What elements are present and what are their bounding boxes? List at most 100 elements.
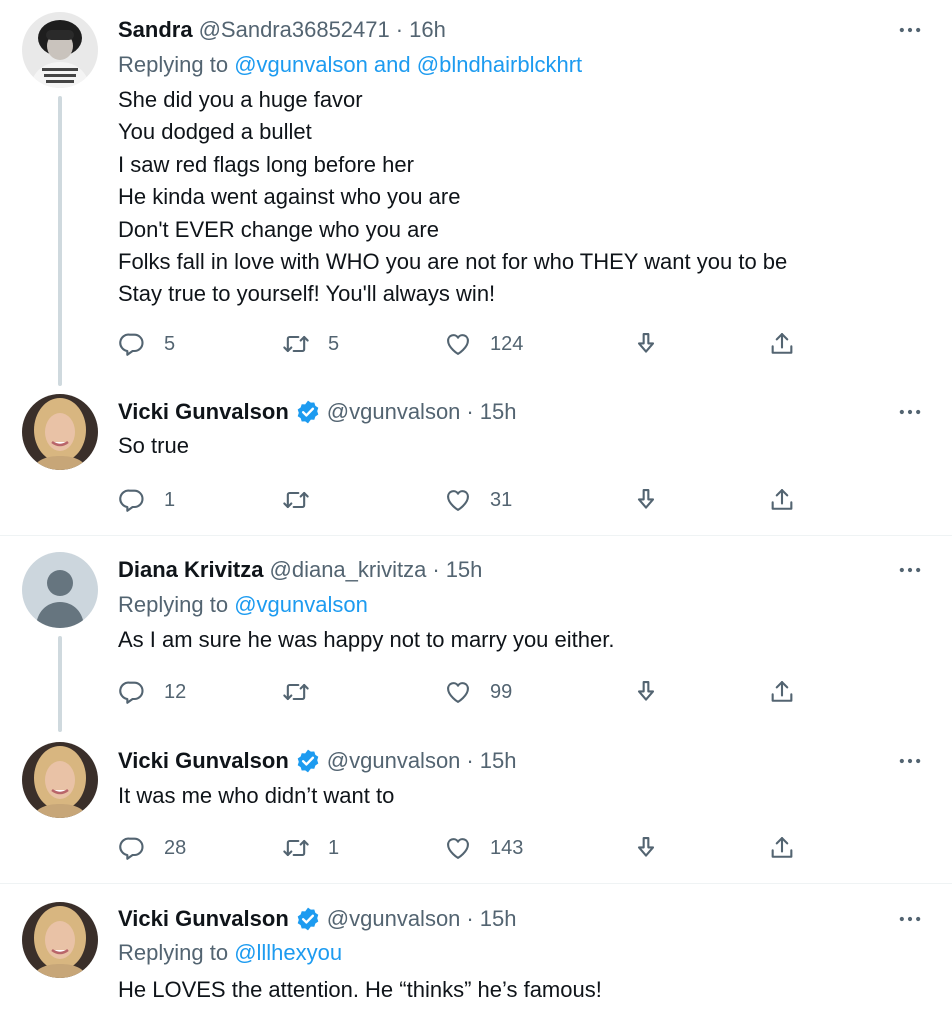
retweet-button[interactable] — [282, 485, 328, 515]
timestamp[interactable]: 15h — [480, 748, 517, 774]
retweet-icon — [282, 486, 310, 514]
bookmark-icon — [632, 834, 660, 862]
retweet-icon — [282, 834, 310, 862]
bookmark-icon — [632, 486, 660, 514]
thread-line — [58, 96, 62, 386]
like-count: 124 — [490, 332, 524, 355]
author-name[interactable]: Vicki Gunvalson — [118, 906, 289, 932]
tweet-text: So true — [118, 430, 189, 462]
more-options-icon[interactable] — [896, 905, 924, 933]
share-icon — [768, 486, 796, 514]
action-bar: 5 5 124 — [118, 329, 818, 359]
replying-to-link[interactable]: @vgunvalson and @blndhairblckhrt — [234, 52, 582, 77]
blonde-woman-avatar-icon[interactable] — [22, 742, 98, 818]
verified-badge-icon — [295, 748, 321, 774]
retweet-count: 5 — [328, 332, 340, 355]
author-handle[interactable]: @Sandra36852471 — [199, 17, 390, 43]
bookmark-button[interactable] — [632, 833, 660, 863]
heart-icon — [444, 330, 472, 358]
more-options-icon[interactable] — [896, 747, 924, 775]
timestamp[interactable]: 16h — [409, 17, 446, 43]
reply-count: 1 — [164, 488, 176, 511]
retweet-icon — [282, 330, 310, 358]
author-name[interactable]: Sandra — [118, 17, 193, 43]
like-button[interactable]: 143 — [444, 833, 523, 863]
reply-button[interactable]: 12 — [118, 677, 186, 707]
timestamp[interactable]: 15h — [480, 906, 517, 932]
timestamp[interactable]: 15h — [480, 399, 517, 425]
tweet[interactable]: Diana Krivitza @diana_krivitza · 15h Rep… — [0, 536, 952, 732]
like-button[interactable]: 31 — [444, 485, 512, 515]
tweet[interactable]: Vicki Gunvalson @vgunvalson · 15h So tru… — [0, 384, 952, 534]
retweet-icon — [282, 678, 310, 706]
share-button[interactable] — [768, 677, 796, 707]
retweet-button[interactable] — [282, 677, 328, 707]
replying-to: Replying to @lllhexyou — [118, 940, 342, 966]
tweet-text-line: Stay true to yourself! You'll always win… — [118, 281, 496, 307]
default-avatar-icon[interactable] — [22, 552, 98, 628]
heart-icon — [444, 678, 472, 706]
reply-button[interactable]: 5 — [118, 329, 175, 359]
tweet-text-line: Don't EVER change who you are — [118, 216, 439, 242]
author-handle[interactable]: @diana_krivitza — [270, 557, 427, 583]
replying-to: Replying to @vgunvalson — [118, 592, 368, 618]
tweet-text-line: He LOVES the attention. He “thinks” he’s… — [118, 977, 602, 1002]
share-button[interactable] — [768, 329, 796, 359]
like-button[interactable]: 124 — [444, 329, 523, 359]
more-options-icon[interactable] — [896, 556, 924, 584]
tweet[interactable]: Vicki Gunvalson @vgunvalson · 15h It was… — [0, 732, 952, 882]
author-name[interactable]: Diana Krivitza — [118, 557, 264, 583]
blonde-woman-avatar-icon[interactable] — [22, 902, 98, 978]
separator-dot: · — [466, 906, 474, 931]
author-name[interactable]: Vicki Gunvalson — [118, 399, 289, 425]
bookmark-icon — [632, 678, 660, 706]
like-count: 143 — [490, 836, 524, 859]
action-bar: 28 1 143 — [118, 833, 818, 863]
tweet[interactable]: Sandra @Sandra36852471 · 16h Replying to… — [0, 0, 952, 386]
bookmark-button[interactable] — [632, 329, 660, 359]
retweet-button[interactable]: 1 — [282, 833, 339, 863]
replying-to-link[interactable]: @lllhexyou — [234, 940, 342, 965]
retweet-count: 1 — [328, 836, 340, 859]
retweet-button[interactable]: 5 — [282, 329, 339, 359]
tweet[interactable]: Vicki Gunvalson @vgunvalson · 15h Replyi… — [0, 884, 952, 1024]
blonde-woman-avatar-icon[interactable] — [22, 394, 98, 470]
separator-dot: · — [466, 748, 474, 773]
bookmark-button[interactable] — [632, 485, 660, 515]
reply-icon — [118, 834, 146, 862]
tweet-text-line: I saw red flags long before her — [118, 151, 414, 177]
separator-dot: · — [432, 557, 440, 582]
tweet-text-line: You dodged a bullet — [118, 119, 312, 145]
reply-icon — [118, 678, 146, 706]
timestamp[interactable]: 15h — [446, 557, 483, 583]
heart-icon — [444, 834, 472, 862]
tweet-text: He LOVES the attention. He “thinks” he’s… — [118, 974, 602, 1006]
author-handle[interactable]: @vgunvalson — [327, 906, 461, 932]
more-options-icon[interactable] — [896, 16, 924, 44]
replying-to-label: Replying to — [118, 52, 235, 77]
bookmark-button[interactable] — [632, 677, 660, 707]
bookmark-icon — [632, 330, 660, 358]
replying-to-link[interactable]: @vgunvalson — [234, 592, 368, 617]
tweet-header: Vicki Gunvalson @vgunvalson · 15h — [118, 394, 516, 430]
reply-count: 12 — [164, 680, 187, 703]
more-options-icon[interactable] — [896, 398, 924, 426]
reply-button[interactable]: 28 — [118, 833, 186, 863]
share-icon — [768, 834, 796, 862]
tweet-text: It was me who didn’t want to — [118, 780, 394, 812]
tweet-header: Vicki Gunvalson @vgunvalson · 15h — [118, 743, 516, 779]
share-icon — [768, 678, 796, 706]
share-button[interactable] — [768, 485, 796, 515]
tweet-text-line: As I am sure he was happy not to marry y… — [118, 627, 615, 652]
like-button[interactable]: 99 — [444, 677, 512, 707]
share-button[interactable] — [768, 833, 796, 863]
author-handle[interactable]: @vgunvalson — [327, 399, 461, 425]
child-tshirt-avatar-icon[interactable] — [22, 12, 98, 88]
author-handle[interactable]: @vgunvalson — [327, 748, 461, 774]
action-bar: 1 31 — [118, 485, 818, 515]
author-name[interactable]: Vicki Gunvalson — [118, 748, 289, 774]
tweet-text-line: She did you a huge favor — [118, 87, 363, 112]
tweet-text: She did you a huge favor You dodged a bu… — [118, 84, 787, 311]
tweet-text: As I am sure he was happy not to marry y… — [118, 624, 614, 656]
reply-button[interactable]: 1 — [118, 485, 175, 515]
